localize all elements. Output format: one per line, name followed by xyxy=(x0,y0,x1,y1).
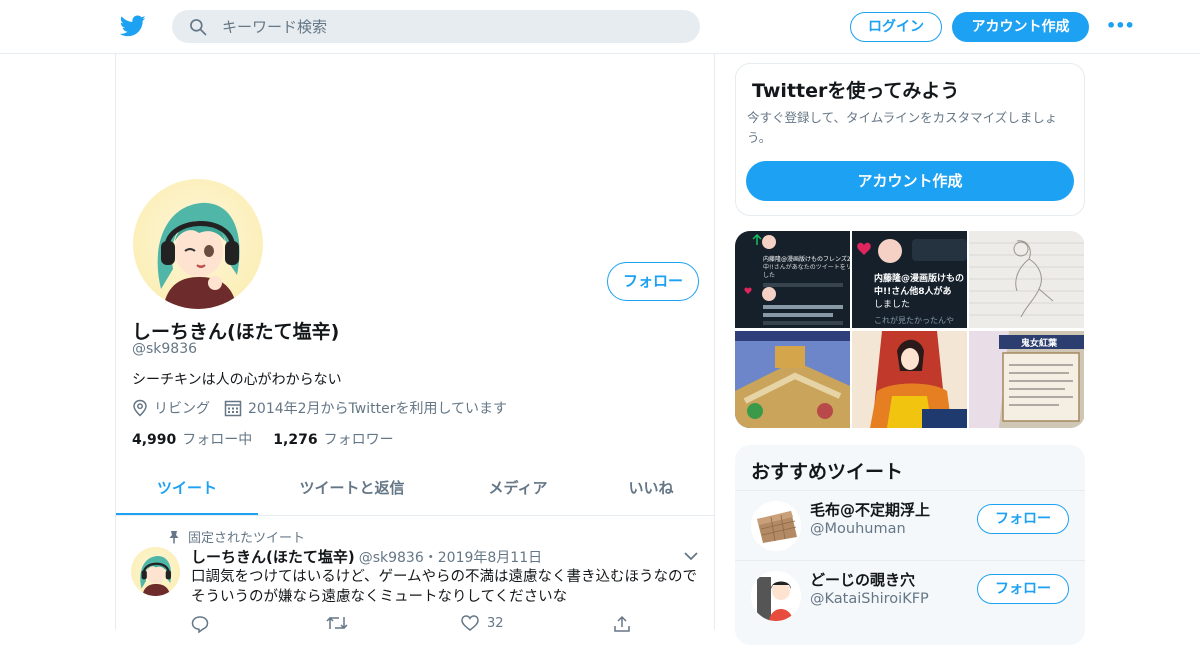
followers-stat[interactable]: 1,276 フォロワー xyxy=(273,429,393,449)
reply-action[interactable] xyxy=(191,615,217,633)
login-button[interactable]: ログイン xyxy=(850,12,942,42)
recommended-tweets-title: おすすめツイート xyxy=(751,461,904,483)
followers-label: フォロワー xyxy=(323,432,394,448)
tab-likes[interactable]: いいね xyxy=(606,471,696,515)
media-text: これが見たかったんや xyxy=(874,315,954,325)
reply-icon xyxy=(191,616,209,633)
recommended-account: どーじの覗き穴 @KataiShiroiKFP フォロー xyxy=(735,560,1085,630)
profile-tabs: ツイート ツイートと返信 メディア いいね xyxy=(116,471,714,516)
media-thumbnail[interactable]: 内藤隆@漫画版けもの 中!!さん他8人があ しました これが見たかったんや xyxy=(852,231,967,328)
media-thumbnail[interactable]: 内藤隆@漫画版けものフレンズ2 第2 中!!さんがあなたのツイートをリツイ した xyxy=(735,231,850,328)
following-stat[interactable]: 4,990 フォロー中 xyxy=(132,429,252,449)
followers-count: 1,276 xyxy=(273,432,318,448)
pinned-label: 固定されたツイート xyxy=(168,527,305,546)
chevron-down-icon[interactable] xyxy=(683,550,699,562)
calendar-icon xyxy=(224,400,242,417)
like-count: 32 xyxy=(487,615,504,631)
media-text: 鬼女紅葉 xyxy=(1021,337,1058,349)
profile-name[interactable]: しーちきん(ほたて塩辛) xyxy=(132,317,339,344)
retweet-action[interactable] xyxy=(326,615,356,631)
recommended-account-name[interactable]: 毛布@不定期浮上 xyxy=(810,499,930,520)
following-count: 4,990 xyxy=(132,432,177,448)
location-icon xyxy=(133,399,147,417)
tweet-header: しーちきん(ほたて塩辛) @sk9836・2019年8月11日 xyxy=(191,546,542,567)
media-text: した xyxy=(763,272,775,279)
signup-promo-button[interactable]: アカウント作成 xyxy=(746,161,1074,201)
media-text: しました xyxy=(874,299,910,310)
tweet-date[interactable]: 2019年8月11日 xyxy=(438,550,542,566)
share-action[interactable] xyxy=(613,615,639,633)
signup-promo-title: Twitterを使ってみよう xyxy=(752,80,960,102)
profile-stats: 4,990 フォロー中 1,276 フォロワー xyxy=(132,429,415,449)
media-text: 中!!さん他8人があ xyxy=(874,285,951,297)
media-gallery: 内藤隆@漫画版けものフレンズ2 第2 中!!さんがあなたのツイートをリツイ した… xyxy=(735,231,1085,428)
like-action[interactable]: 32 xyxy=(461,615,504,631)
profile-avatar[interactable] xyxy=(131,177,265,311)
media-text: 内藤隆@漫画版けものフレンズ2 第2 xyxy=(763,255,850,263)
tweet-author-avatar[interactable] xyxy=(131,547,180,596)
profile-meta: リビング 2014年2月からTwitterを利用しています xyxy=(132,398,507,418)
twitter-bird-icon[interactable] xyxy=(120,13,146,39)
recommended-account-avatar[interactable] xyxy=(751,501,801,551)
media-thumbnail[interactable]: 鬼女紅葉 xyxy=(969,331,1084,428)
tweet-actions: 32 xyxy=(191,615,631,635)
search-icon xyxy=(190,19,207,36)
pinned-label-text: 固定されたツイート xyxy=(188,531,306,546)
profile-location: リビング xyxy=(154,401,210,417)
pin-icon xyxy=(169,530,179,543)
more-menu-icon[interactable]: ••• xyxy=(1106,18,1135,34)
recommended-account-avatar[interactable] xyxy=(751,571,801,621)
media-thumbnail[interactable] xyxy=(735,331,850,428)
search-input[interactable] xyxy=(222,10,682,43)
tweet-author-handle[interactable]: @sk9836 xyxy=(359,550,424,566)
following-label: フォロー中 xyxy=(182,432,253,448)
recommended-account-handle[interactable]: @KataiShiroiKFP xyxy=(810,591,929,607)
recommended-account-handle[interactable]: @Mouhuman xyxy=(810,521,906,537)
media-text: 中!!さんがあなたのツイートをリツイ xyxy=(763,263,850,271)
signup-button[interactable]: アカウント作成 xyxy=(952,12,1089,42)
recommended-account-name[interactable]: どーじの覗き穴 xyxy=(810,569,915,590)
profile-column: フォロー しーちきん(ほたて塩辛) @sk9836 シーチキンは人の心がわからな… xyxy=(115,54,715,633)
tab-tweets-and-replies[interactable]: ツイートと返信 xyxy=(274,471,430,515)
signup-promo-card: Twitterを使ってみよう 今すぐ登録して、タイムラインをカスタマイズしましょ… xyxy=(735,63,1085,216)
recommended-tweets-card: おすすめツイート 毛布@不定期浮上 @Mouhuman フォロー どーじの覗き穴… xyxy=(735,445,1085,645)
follow-button[interactable]: フォロー xyxy=(977,574,1069,604)
follow-button[interactable]: フォロー xyxy=(607,262,699,301)
profile-handle[interactable]: @sk9836 xyxy=(132,341,197,357)
avatar-illustration-small xyxy=(140,556,172,596)
share-icon xyxy=(614,615,630,632)
search-bar xyxy=(172,10,700,43)
follow-button[interactable]: フォロー xyxy=(977,504,1069,534)
tab-tweets[interactable]: ツイート xyxy=(116,471,258,515)
profile-joined-date: 2014年2月からTwitterを利用しています xyxy=(248,401,508,417)
media-thumbnail[interactable] xyxy=(852,331,967,428)
avatar-illustration xyxy=(157,202,240,309)
media-text: 内藤隆@漫画版けもの xyxy=(874,272,964,284)
tweet-separator: ・ xyxy=(423,550,438,566)
recommended-account: 毛布@不定期浮上 @Mouhuman フォロー xyxy=(735,490,1085,560)
top-bar: ログイン アカウント作成 ••• xyxy=(0,0,1200,54)
tweet-author-name[interactable]: しーちきん(ほたて塩辛) xyxy=(191,548,355,566)
media-thumbnail[interactable] xyxy=(969,231,1084,328)
profile-bio: シーチキンは人の心がわからない xyxy=(132,372,342,388)
tab-media[interactable]: メディア xyxy=(468,471,568,515)
tweet-text: 口調気をつけてはいるけど、ゲームやらの不満は遠慮なく書き込むほうなのでそういうの… xyxy=(191,569,698,605)
signup-promo-description: 今すぐ登録して、タイムラインをカスタマイズしましょう。 xyxy=(747,110,1058,145)
heart-icon xyxy=(461,615,479,631)
retweet-icon xyxy=(326,616,348,630)
